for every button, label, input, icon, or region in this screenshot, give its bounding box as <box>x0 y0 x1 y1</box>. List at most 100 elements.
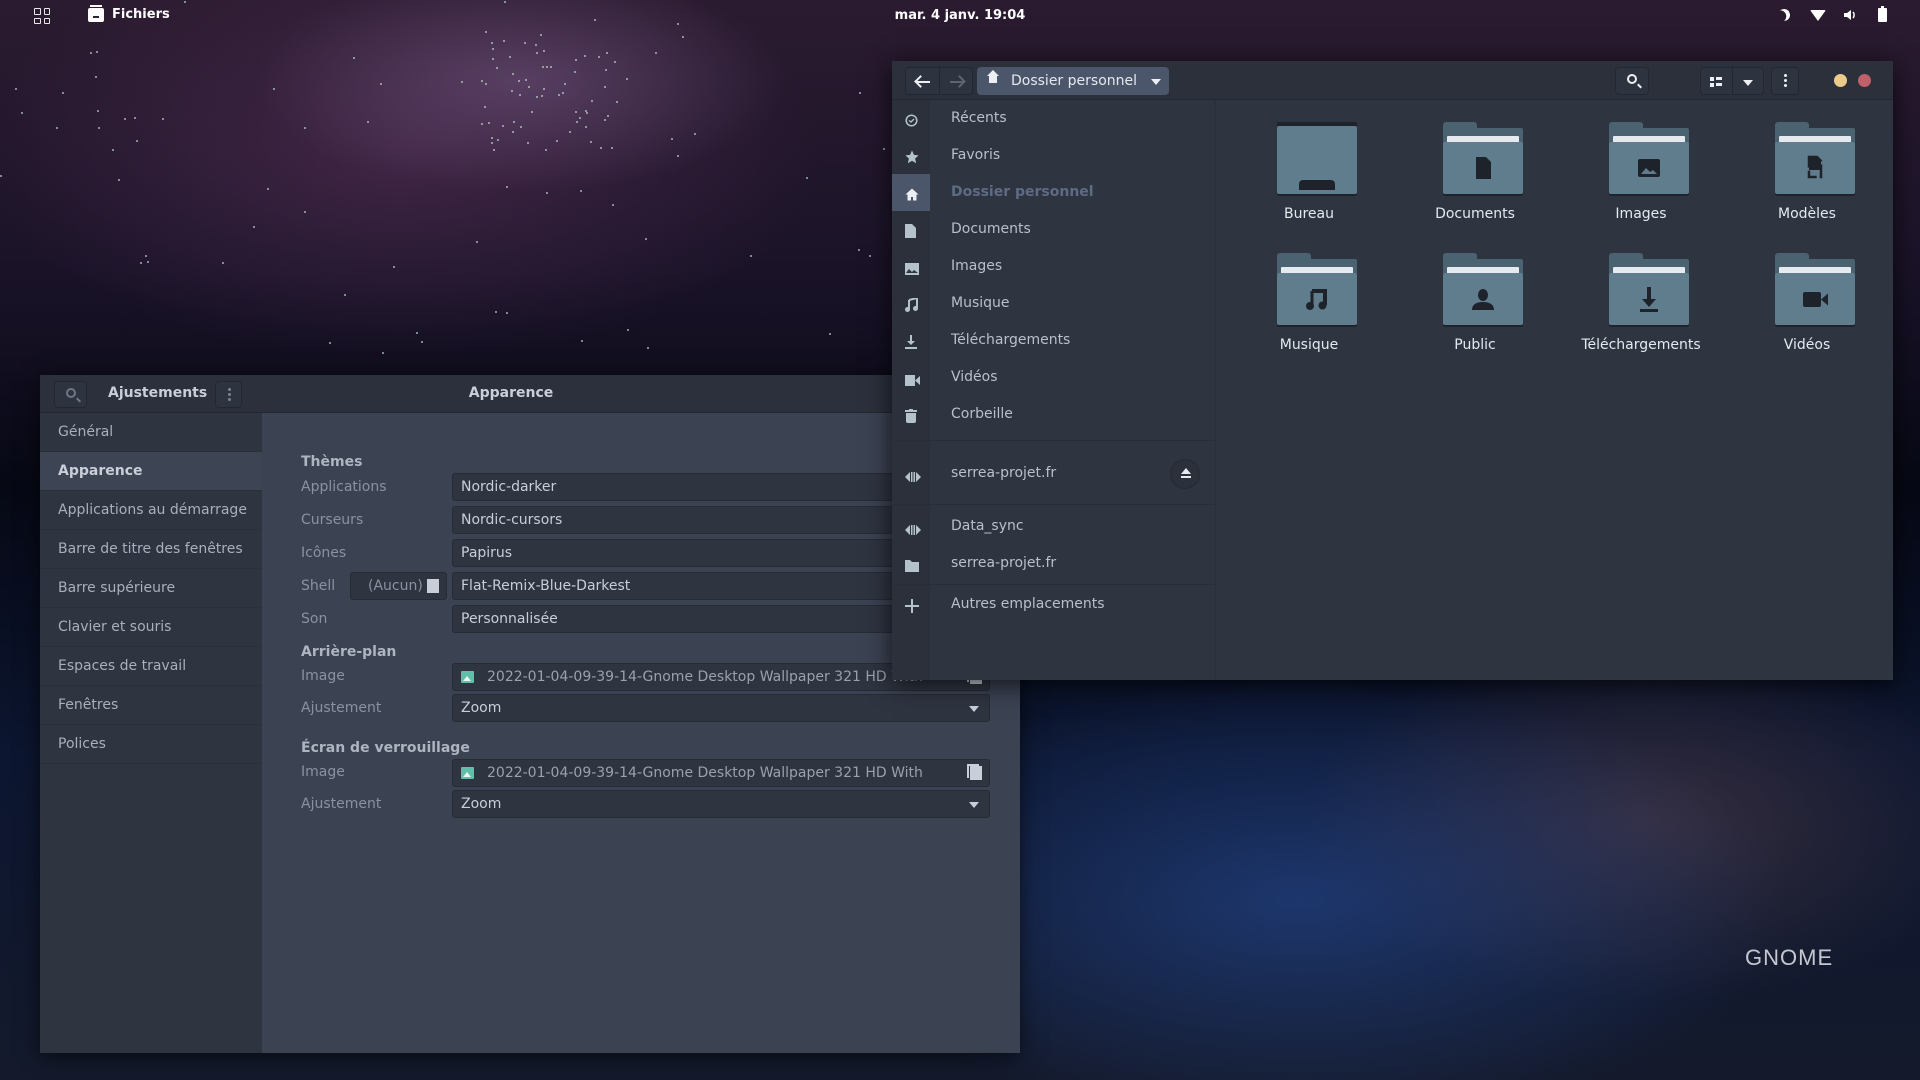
sidebar-item-place-8[interactable]: Corbeille <box>892 396 1216 433</box>
recent-clock-icon <box>905 112 918 127</box>
star <box>574 70 577 73</box>
star <box>266 187 269 190</box>
chevron-down-icon <box>969 802 979 808</box>
star <box>503 40 506 43</box>
chevron-down-icon <box>969 706 979 712</box>
forward-button[interactable] <box>938 68 973 94</box>
main-menu-button[interactable] <box>1771 67 1799 95</box>
folder-item[interactable]: Public <box>1405 253 1545 383</box>
close-button[interactable] <box>1858 74 1871 87</box>
list-view-button[interactable] <box>1701 68 1732 94</box>
search-button[interactable] <box>54 381 87 408</box>
back-button[interactable] <box>906 68 939 94</box>
star <box>527 142 530 145</box>
lockscreen-image-chooser[interactable]: 2022-01-04-09-39-14-Gnome Desktop Wallpa… <box>452 759 990 807</box>
downloads-folder-icon <box>1609 253 1689 329</box>
background-image-label: Image <box>301 668 345 684</box>
lockscreen-adjust-select[interactable]: Zoom <box>452 790 990 818</box>
background-adjust-select[interactable]: Zoom <box>452 694 990 722</box>
star <box>511 90 514 93</box>
folder-item[interactable]: Vidéos <box>1737 253 1877 383</box>
sidebar-item-keyboard-mouse[interactable]: Clavier et souris <box>40 608 262 647</box>
sidebar-item-place-5[interactable]: Musique <box>892 285 1216 322</box>
folder-item[interactable]: Documents <box>1405 122 1545 252</box>
star <box>343 294 346 297</box>
star <box>647 347 650 350</box>
clock[interactable]: mar. 4 janv. 19:04 <box>0 8 1920 23</box>
sidebar-item-bookmark-1[interactable]: serrea-projet.fr <box>892 545 1216 582</box>
star <box>512 121 515 124</box>
sidebar-item-place-7[interactable]: Vidéos <box>892 359 1216 396</box>
sidebar-item-top-bar[interactable]: Barre supérieure <box>40 569 262 608</box>
folder-name: Téléchargements <box>1581 337 1701 353</box>
shell-label: Shell <box>301 578 336 594</box>
minimize-button[interactable] <box>1834 74 1847 87</box>
pictures-folder-icon <box>1609 122 1689 198</box>
menu-button[interactable] <box>215 381 242 408</box>
star <box>379 83 382 86</box>
tweaks-window: Ajustements Apparence Général Apparence … <box>40 375 1020 1053</box>
lockscreen-adjust-value: Zoom <box>461 796 502 812</box>
folder-icon <box>905 557 919 572</box>
star <box>555 139 558 142</box>
background-heading: Arrière-plan <box>301 644 397 660</box>
sidebar-item-label: Vidéos <box>951 369 998 385</box>
shell-file-value: (Aucun) <box>368 578 423 594</box>
star <box>568 131 571 134</box>
sidebar-item-window-titlebars[interactable]: Barre de titre des fenêtres <box>40 530 262 569</box>
sidebar-item-startup-applications[interactable]: Applications au démarrage <box>40 491 262 530</box>
eject-icon[interactable] <box>1170 459 1200 489</box>
sidebar-separator <box>892 440 1216 441</box>
folder-item[interactable]: Téléchargements <box>1571 253 1711 383</box>
sidebar-item-bookmark-0[interactable]: Data_sync <box>892 508 1216 545</box>
sidebar-item-windows[interactable]: Fenêtres <box>40 686 262 725</box>
sidebar-icon-cell <box>892 248 930 285</box>
sidebar-item-place-2[interactable]: Dossier personnel <box>892 174 1216 211</box>
sidebar-item-appearance[interactable]: Apparence <box>40 452 262 491</box>
star <box>869 254 872 257</box>
folder-item[interactable]: Musique <box>1239 253 1379 383</box>
sidebar-item-label: Data_sync <box>951 518 1024 534</box>
star <box>600 146 603 149</box>
sidebar-item-place-0[interactable]: Récents <box>892 100 1216 137</box>
star <box>519 93 522 96</box>
view-options-button[interactable] <box>1731 68 1764 94</box>
path-bar-home-button[interactable]: Dossier personnel <box>977 67 1169 95</box>
folder-item[interactable]: Modèles <box>1737 122 1877 252</box>
sidebar-item-general[interactable]: Général <box>40 413 262 452</box>
search-button[interactable] <box>1615 67 1649 95</box>
star <box>488 121 491 124</box>
folder-item[interactable]: Bureau <box>1239 122 1379 252</box>
public-folder-icon <box>1443 253 1523 329</box>
kebab-menu-icon <box>1784 74 1787 77</box>
documents-folder-icon <box>1443 122 1523 198</box>
sidebar-item-label: Autres emplacements <box>951 596 1105 612</box>
night-light-icon <box>1778 7 1794 23</box>
sidebar-item-mount-0[interactable]: serrea-projet.fr <box>892 455 1216 492</box>
star <box>517 79 520 82</box>
star <box>543 49 546 52</box>
system-tray[interactable] <box>1778 6 1890 23</box>
star <box>590 140 593 143</box>
folder-item[interactable]: Images <box>1571 122 1711 252</box>
sidebar-item-other-locations-0[interactable]: Autres emplacements <box>892 586 1216 623</box>
battery-icon <box>1874 6 1890 23</box>
star <box>584 54 587 57</box>
sidebar-item-place-6[interactable]: Téléchargements <box>892 322 1216 359</box>
shell-file-chooser[interactable]: (Aucun) <box>350 572 447 600</box>
sidebar-item-place-1[interactable]: Favoris <box>892 137 1216 174</box>
star <box>606 51 609 54</box>
star <box>95 50 98 53</box>
star <box>524 42 527 45</box>
sidebar-item-place-4[interactable]: Images <box>892 248 1216 285</box>
sidebar-item-workspaces[interactable]: Espaces de travail <box>40 647 262 686</box>
star <box>139 262 142 265</box>
sidebar-item-place-3[interactable]: Documents <box>892 211 1216 248</box>
star <box>381 351 384 354</box>
star <box>62 92 65 95</box>
sidebar-item-label: serrea-projet.fr <box>951 465 1057 481</box>
star <box>490 136 493 139</box>
star <box>611 146 614 149</box>
star <box>112 148 115 151</box>
sidebar-item-fonts[interactable]: Polices <box>40 725 262 764</box>
